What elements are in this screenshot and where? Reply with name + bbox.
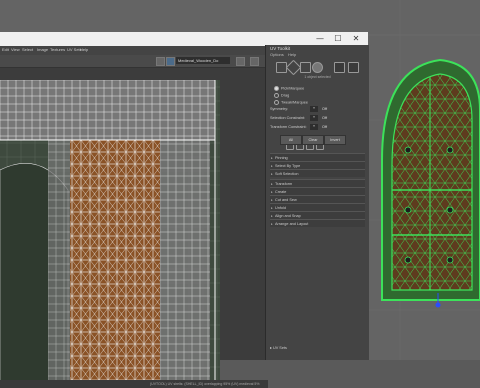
section-uv-sets[interactable]: ▸ UV Sets [270,345,287,350]
section-pinning[interactable]: ▸ Pinning [270,153,365,161]
selection-mode-icons [276,59,366,76]
selection-info: 1 object selected [304,75,331,79]
radio-dot-icon [274,100,279,105]
selection-constraint-value: Off [322,116,327,120]
section-soft-selection[interactable]: ▸ Soft Selection [270,169,365,177]
section-create[interactable]: ▸ Create [270,187,365,195]
section-align-and-snap[interactable]: ▸ Align and Snap [270,211,365,219]
maximize-button[interactable]: ☐ [332,34,344,44]
select-all-button[interactable]: All [280,135,302,145]
uv-editor-window: — ☐ ✕ Edit View Select Image Textures UV… [0,32,368,388]
section-label: Create [275,190,287,194]
toolkit-title: UV Toolkit [270,46,291,51]
toolkit-menu-options[interactable]: Options [270,52,284,57]
minimize-button[interactable]: — [314,34,326,44]
clear-button[interactable]: Clear [302,135,324,145]
uv-canvas[interactable] [0,80,220,382]
uv-editor-titlebar: — ☐ ✕ [0,32,368,46]
radio-dot-icon [274,86,279,91]
uv-mode-icon[interactable] [334,62,345,73]
status-line: (UVTOOL) UV shells: (SHELL_ID) overlappi… [0,380,268,388]
radio-dot-icon [274,93,279,98]
door-3d-model[interactable] [370,50,480,315]
transform-constraint-label: Transform Constraint: [270,125,307,129]
selection-constraint-row: Selection Constraint: ▾ Off [270,115,365,122]
symmetry-row: Symmetry: ▾ Off [270,106,365,113]
radio-label: Drag [281,93,290,98]
texture-dropdown[interactable]: Medieval_Wooden_Do [176,57,230,64]
section-label: Align and Snap [275,214,301,218]
menu-help[interactable]: Help [80,47,88,52]
symmetry-value: Off [322,107,327,111]
section-label: Pinning [275,156,288,160]
section-label: Soft Selection [275,172,299,176]
close-button[interactable]: ✕ [350,34,362,44]
invert-button[interactable]: Invert [324,135,346,145]
symmetry-dropdown[interactable]: ▾ [310,106,318,112]
uv-editor-menubar: Edit View Select Image Textures UV Sets … [0,46,268,55]
radio-pick-marquee[interactable]: Pick/Marquee [274,86,304,91]
toolkit-menu-help[interactable]: Help [288,52,296,57]
radio-label: Pick/Marquee [281,86,305,91]
section-select-by-type[interactable]: ▸ Select By Type [270,161,365,169]
section-label: Cut and Sew [275,198,297,202]
selection-constraint-dropdown[interactable]: ▾ [310,115,318,121]
section-cut-and-sew[interactable]: ▸ Cut and Sew [270,195,365,203]
transform-constraint-row: Transform Constraint: ▾ Off [270,124,365,131]
shell-mode-icon[interactable] [312,62,323,73]
radio-drag[interactable]: Drag [274,93,289,98]
section-label: Select By Type [275,164,301,168]
face-mode-icon[interactable] [300,62,311,73]
radio-label: Tweak/Marquee [281,100,309,105]
transform-constraint-value: Off [322,125,327,129]
texture-toggle-icon[interactable] [156,57,165,66]
section-label: Arrange and Layout [275,222,309,226]
transform-constraint-dropdown[interactable]: ▾ [310,124,318,130]
symmetry-label: Symmetry: [270,107,289,111]
section-label: Unfold [275,206,286,210]
section-label: Transform [275,182,293,186]
section-transform[interactable]: ▸ Transform [270,179,365,187]
checker-icon[interactable] [166,57,175,66]
uv-editor-toolbar: Medieval_Wooden_Do [0,55,268,68]
uv-toolkit-panel: UV Toolkit Options Help 1 object selecte… [265,45,369,360]
section-unfold[interactable]: ▸ Unfold [270,203,365,211]
uv-shells [0,80,220,382]
gamma-icon[interactable] [250,57,259,66]
edge-mode-icon[interactable] [285,59,302,76]
menu-view[interactable]: View [11,47,20,52]
menu-select[interactable]: Select [22,47,33,52]
selection-constraint-label: Selection Constraint: [270,116,306,120]
menu-textures[interactable]: Textures [50,47,65,52]
section-arrange-and-layout[interactable]: ▸ Arrange and Layout [270,219,365,227]
expand-arrow-icon: ▸ [271,222,273,226]
menu-edit[interactable]: Edit [2,47,9,52]
expand-arrow-icon: ▸ [271,172,273,176]
menu-image[interactable]: Image [37,47,48,52]
grid-mode-icon[interactable] [348,62,359,73]
radio-tweak-marquee[interactable]: Tweak/Marquee [274,100,308,105]
section-label: UV Sets [272,346,287,350]
exposure-icon[interactable] [236,57,245,66]
